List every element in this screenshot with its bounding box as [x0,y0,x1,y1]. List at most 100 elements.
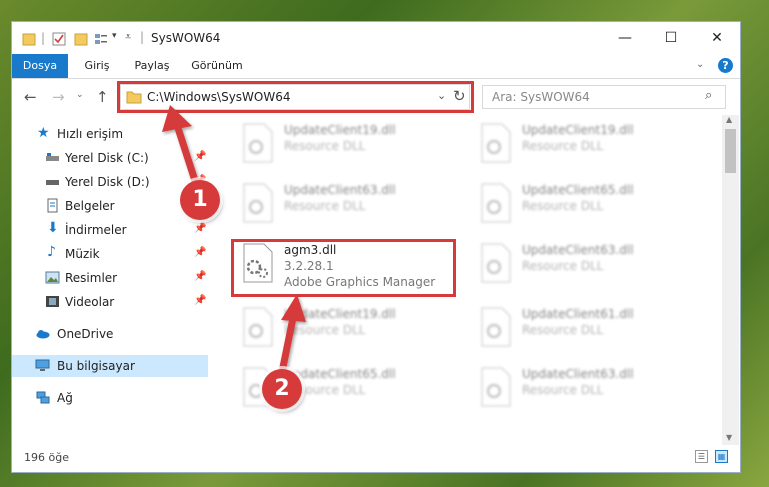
window-title: SysWOW64 [151,31,221,45]
dll-file-icon [243,123,273,163]
sidebar-item-network[interactable]: Ağ [12,387,208,409]
address-row: ← → ⌄ ↑ C:\Windows\SysWOW64 ⌄ ↻ Ara: Sys… [12,79,740,115]
quick-access-toolbar-menu-icon[interactable]: ⩡ [125,30,131,44]
vertical-scrollbar[interactable]: ▲ ▼ [722,115,739,445]
file-item[interactable]: UpdateClient63.dll Resource DLL [470,237,690,293]
sidebar-item-pictures[interactable]: Resimler 📌 [12,267,208,289]
search-icon[interactable]: ⌕ [705,88,712,103]
file-name: UpdateClient19.dll [284,123,396,137]
dll-file-icon [481,183,511,223]
status-bar: 196 öğe ☰ ▦ [12,445,740,472]
scroll-down-icon[interactable]: ▼ [726,433,732,442]
pictures-icon [45,271,60,284]
title-bar: | ▾ ⩡ | SysWOW64 — ☐ ✕ [12,22,740,54]
drive-icon [46,180,59,185]
chevron-down-icon[interactable]: ▾ [112,31,117,41]
minimize-button[interactable]: — [602,22,648,54]
scroll-up-icon[interactable]: ▲ [726,115,732,124]
pin-icon[interactable]: 📌 [194,271,206,282]
sidebar-item-label: Müzik [65,247,100,261]
sidebar-item-label: İndirmeler [65,223,127,237]
file-item[interactable]: UpdateClient19.dll Resource DLL [232,117,452,173]
sidebar-item-downloads[interactable]: ⬇ İndirmeler 📌 [12,219,208,241]
sidebar-item-music[interactable]: ♪ Müzik 📌 [12,243,208,265]
sidebar-item-this-pc[interactable]: Bu bilgisayar [12,355,208,377]
video-icon [46,296,59,307]
file-description: Resource DLL [522,139,604,153]
maximize-button[interactable]: ☐ [648,22,694,54]
star-icon: ★ [37,125,50,141]
sidebar-item-disk-c[interactable]: Yerel Disk (C:) 📌 [12,147,208,169]
scrollbar-thumb[interactable] [725,129,736,173]
file-name: UpdateClient65.dll [284,367,396,381]
file-item[interactable]: UpdateClient63.dll Resource DLL [470,361,690,417]
sidebar-item-label: Hızlı erişim [57,127,124,141]
file-item[interactable]: UpdateClient19.dll Resource DLL [232,301,452,357]
separator: | [41,31,46,45]
dll-file-icon [481,367,511,407]
music-icon: ♪ [47,244,56,260]
sidebar-item-label: Bu bilgisayar [57,359,135,373]
forward-arrow-icon[interactable]: → [52,88,65,106]
network-icon [36,391,50,404]
tab-view[interactable]: Görünüm [184,54,250,78]
dll-file-icon [243,307,273,347]
file-name: UpdateClient19.dll [522,123,634,137]
up-arrow-icon[interactable]: ↑ [96,88,109,106]
file-description: Resource DLL [284,323,366,337]
help-icon[interactable]: ? [718,58,733,73]
document-icon [47,198,58,213]
sidebar-item-label: Yerel Disk (D:) [65,175,150,189]
ribbon-expand-icon[interactable]: ⌄ [696,59,704,70]
tab-file[interactable]: Dosya [12,54,68,78]
pin-icon[interactable]: 📌 [194,151,206,162]
pin-icon[interactable]: 📌 [194,247,206,258]
search-input[interactable]: Ara: SysWOW64 ⌕ [482,85,726,109]
file-description: Resource DLL [522,199,604,213]
navigation-pane: ★ Hızlı erişim Yerel Disk (C:) 📌 Yerel D… [12,115,208,445]
back-arrow-icon[interactable]: ← [24,88,37,106]
drive-icon [46,153,59,161]
file-description: Resource DLL [522,323,604,337]
dll-file-icon [481,307,511,347]
tiles-view-icon[interactable]: ▦ [715,450,728,463]
sidebar-item-quick-access[interactable]: ★ Hızlı erişim [12,123,208,145]
computer-icon [35,359,50,371]
sidebar-item-label: Resimler [65,271,118,285]
new-folder-icon[interactable] [74,32,88,46]
highlight-agm3-file [231,239,456,297]
download-icon: ⬇ [47,220,59,236]
file-description: Resource DLL [284,139,366,153]
pin-icon[interactable]: 📌 [194,223,206,234]
recent-locations-icon[interactable]: ⌄ [76,90,84,100]
ribbon-tabs: Dosya Giriş Paylaş Görünüm ⌄ ? [12,54,740,79]
highlight-address-bar [117,81,474,113]
cloud-icon [36,330,50,339]
minimize-icon: — [618,30,632,46]
sidebar-item-onedrive[interactable]: OneDrive [12,323,208,345]
dll-file-icon [481,243,511,283]
sidebar-item-documents[interactable]: Belgeler 📌 [12,195,208,217]
properties-icon[interactable] [52,32,66,46]
file-name: UpdateClient65.dll [522,183,634,197]
file-description: Resource DLL [284,199,366,213]
sidebar-item-label: Belgeler [65,199,115,213]
file-item[interactable]: UpdateClient65.dll Resource DLL [470,177,690,233]
tab-share[interactable]: Paylaş [126,54,178,78]
file-description: Resource DLL [522,383,604,397]
customize-icon[interactable] [94,32,108,46]
pin-icon[interactable]: 📌 [194,295,206,306]
dll-file-icon [243,183,273,223]
close-icon: ✕ [711,30,723,46]
sidebar-item-disk-d[interactable]: Yerel Disk (D:) 📌 [12,171,208,193]
close-button[interactable]: ✕ [694,22,740,54]
sidebar-item-videos[interactable]: Videolar 📌 [12,291,208,313]
tab-home[interactable]: Giriş [72,54,122,78]
file-item[interactable]: UpdateClient61.dll Resource DLL [470,301,690,357]
maximize-icon: ☐ [664,30,678,46]
file-name: UpdateClient63.dll [522,367,634,381]
details-view-icon[interactable]: ☰ [695,450,708,463]
file-item[interactable]: UpdateClient63.dll Resource DLL [232,177,452,233]
file-item[interactable]: UpdateClient19.dll Resource DLL [470,117,690,173]
explorer-window: | ▾ ⩡ | SysWOW64 — ☐ ✕ Dosya Giriş Payla… [12,22,740,472]
